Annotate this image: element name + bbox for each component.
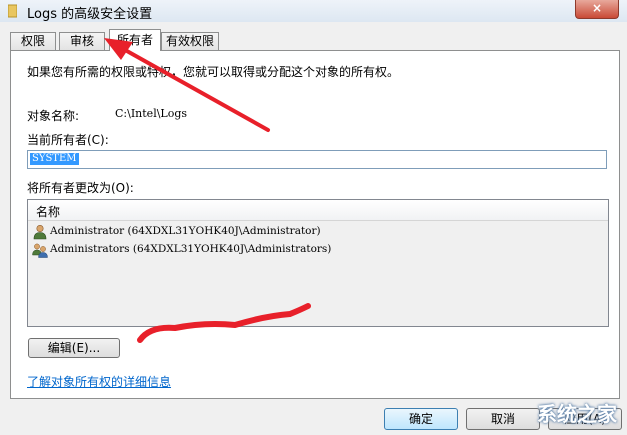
tab-owner[interactable]: 所有者 (109, 29, 161, 51)
owner-panel: 如果您有所需的权限或特权，您就可以取得或分配这个对象的所有权。 对象名称: C:… (10, 50, 620, 399)
user-icon (33, 224, 47, 240)
owner-name: Administrator (64XDXL31YOHK40J\Administr… (50, 225, 321, 237)
title-bar: Logs 的高级安全设置 × (0, 0, 627, 22)
object-name-label: 对象名称: (27, 109, 80, 123)
watermark-logo: 系统之家 (537, 402, 617, 426)
current-owner-label: 当前所有者(C): (27, 133, 109, 147)
current-owner-value: SYSTEM (30, 153, 79, 165)
intro-text: 如果您有所需的权限或特权，您就可以取得或分配这个对象的所有权。 (27, 65, 400, 79)
tab-effective-permissions[interactable]: 有效权限 (161, 32, 219, 50)
group-icon (32, 243, 48, 258)
change-owner-label: 将所有者更改为(O): (27, 181, 134, 195)
edit-button[interactable]: 编辑(E)... (28, 338, 120, 358)
window-title: Logs 的高级安全设置 (27, 7, 153, 22)
tab-auditing[interactable]: 审核 (59, 32, 105, 50)
cancel-button[interactable]: 取消 (466, 408, 540, 430)
owner-list[interactable]: 名称 Administrator (64XDXL31YOHK40J\Admini… (27, 199, 609, 327)
owner-name: Administrators (64XDXL31YOHK40J\Administ… (50, 243, 332, 255)
close-icon: × (591, 1, 603, 15)
current-owner-field[interactable]: SYSTEM (27, 150, 607, 169)
ok-button[interactable]: 确定 (384, 408, 458, 430)
close-button[interactable]: × (575, 0, 619, 19)
folder-icon (8, 4, 17, 18)
object-name-value: C:\Intel\Logs (115, 107, 188, 120)
ownership-help-link[interactable]: 了解对象所有权的详细信息 (27, 373, 171, 390)
list-column-header[interactable]: 名称 (28, 200, 608, 221)
tab-permissions[interactable]: 权限 (10, 32, 56, 50)
